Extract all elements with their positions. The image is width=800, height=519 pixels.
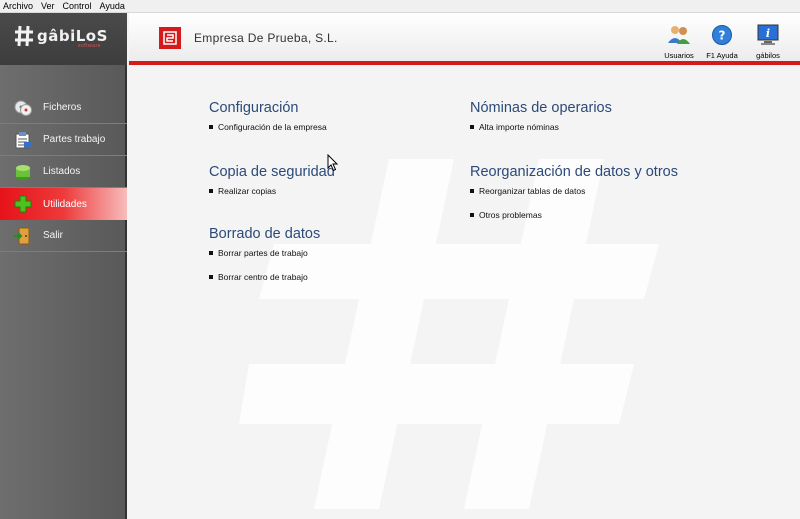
link-otros-problemas[interactable]: Otros problemas (470, 210, 678, 220)
section-title: Configuración (209, 100, 299, 116)
disks-icon (12, 97, 34, 119)
help-button[interactable]: ? F1 Ayuda (702, 21, 742, 60)
section-title: Reorganización de datos y otros (470, 164, 678, 180)
link-realizar-copias[interactable]: Realizar copias (209, 186, 335, 196)
help-label: F1 Ayuda (706, 51, 738, 60)
stack-icon (12, 161, 34, 183)
sidebar-item-partes-trabajo[interactable]: Partes trabajo (0, 124, 127, 156)
sidebar-item-label: Partes trabajo (43, 134, 106, 145)
svg-text:?: ? (719, 29, 726, 43)
company-name: Empresa De Prueba, S.L. (194, 31, 338, 45)
sidebar-item-label: Salir (43, 230, 64, 241)
menu-control[interactable]: Control (59, 0, 96, 13)
about-button[interactable]: i gábilos (748, 21, 788, 60)
company-icon (159, 27, 181, 49)
section-nominas: Nóminas de operarios Alta importe nómina… (470, 100, 612, 146)
section-borrado-datos: Borrado de datos Borrar partes de trabaj… (209, 226, 320, 296)
link-borrar-partes[interactable]: Borrar partes de trabajo (209, 248, 320, 258)
sidebar-item-salir[interactable]: Salir (0, 220, 127, 252)
exit-door-icon (12, 225, 34, 247)
hash-logo-icon (15, 25, 33, 47)
clipboard-icon (12, 129, 34, 151)
sidebar-item-listados[interactable]: Listados (0, 156, 127, 188)
link-reorganizar-tablas[interactable]: Reorganizar tablas de datos (470, 186, 678, 196)
mouse-cursor-icon (327, 154, 339, 172)
users-label: Usuarios (664, 51, 694, 60)
sidebar-item-ficheros[interactable]: Ficheros (0, 92, 127, 124)
menu-bar: Archivo Ver Control Ayuda (0, 0, 800, 13)
sidebar-item-label: Listados (43, 166, 81, 177)
svg-text:i: i (766, 27, 770, 40)
section-copia-seguridad: Copia de seguridad Realizar copias (209, 164, 335, 210)
app-logo: gâbiLoS software (0, 13, 127, 65)
users-icon (659, 21, 699, 49)
menu-ver[interactable]: Ver (37, 0, 59, 13)
about-label: gábilos (756, 51, 780, 60)
menu-archivo[interactable]: Archivo (0, 0, 37, 13)
section-configuracion: Configuración Configuración de la empres… (209, 100, 327, 146)
help-icon: ? (702, 21, 742, 49)
sidebar-item-label: Ficheros (43, 102, 82, 113)
sidebar-item-utilidades[interactable]: Utilidades (0, 188, 127, 220)
section-title: Nóminas de operarios (470, 100, 612, 116)
section-reorganizacion: Reorganización de datos y otros Reorgani… (470, 164, 678, 234)
link-borrar-centro[interactable]: Borrar centro de trabajo (209, 272, 320, 282)
sidebar-nav: Ficheros Partes trabajo Listados Utilida… (0, 92, 127, 252)
menu-ayuda[interactable]: Ayuda (96, 0, 129, 13)
section-title: Copia de seguridad (209, 164, 335, 180)
header-bar: Empresa De Prueba, S.L. Usuarios ? F1 Ay… (129, 13, 800, 65)
plus-icon (12, 193, 34, 215)
users-button[interactable]: Usuarios (659, 21, 699, 60)
info-monitor-icon: i (748, 21, 788, 49)
sidebar-item-label: Utilidades (43, 198, 87, 210)
sidebar: gâbiLoS software Ficheros Partes trabajo… (0, 13, 127, 519)
logo-subtitle: software (78, 43, 101, 49)
link-alta-nominas[interactable]: Alta importe nóminas (470, 122, 612, 132)
main-content: Configuración Configuración de la empres… (129, 69, 800, 519)
link-configuracion-empresa[interactable]: Configuración de la empresa (209, 122, 327, 132)
section-title: Borrado de datos (209, 226, 321, 242)
